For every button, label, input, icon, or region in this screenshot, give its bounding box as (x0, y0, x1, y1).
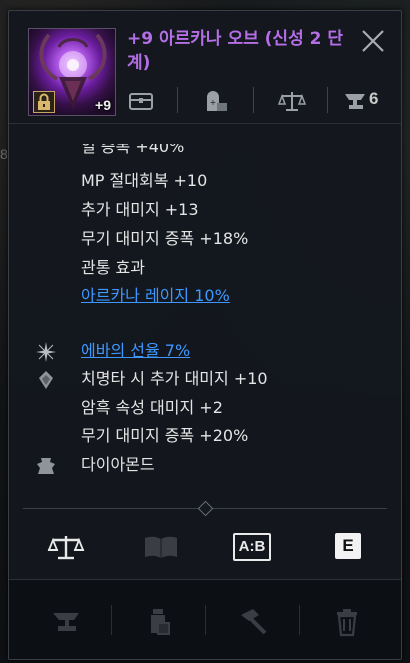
sparkle-icon (36, 342, 56, 362)
stat-line: 일 증폭 +40% (81, 144, 185, 156)
item-tooltip-panel: +9 +9 아르카나 오브 (신성 2 단계) + 6 일 증폭 +40% MP… (8, 10, 402, 660)
item-icon[interactable]: +9 (28, 28, 116, 116)
equip-icon[interactable]: E (335, 533, 361, 559)
lock-icon[interactable] (33, 91, 55, 113)
leather-icon (37, 458, 55, 474)
anvil-icon[interactable] (343, 89, 369, 113)
divider-ornament (197, 500, 214, 517)
action-divider (299, 605, 300, 635)
stat-line: MP 절대회복 +10 (81, 171, 208, 190)
bonus-stat-line: 암흑 속성 대미지 +2 (81, 398, 223, 417)
chest-icon[interactable] (127, 89, 155, 113)
anvil-icon[interactable] (51, 607, 83, 637)
action-divider (111, 605, 112, 635)
header-divider (327, 87, 328, 113)
bag-icon[interactable]: + (201, 89, 231, 113)
compare-icon[interactable]: A:B (233, 533, 271, 561)
enhance-level-badge: +9 (95, 97, 111, 113)
book-icon[interactable] (141, 533, 181, 561)
scale-icon[interactable] (277, 89, 307, 113)
skill-link[interactable]: 아르카나 레이지 10% (81, 286, 230, 306)
potion-icon[interactable] (143, 607, 173, 637)
svg-text:+: + (210, 98, 217, 107)
stat-line: 추가 대미지 +13 (81, 200, 199, 219)
header-separator (9, 123, 401, 124)
bonus-stat-line: 무기 대미지 증폭 +20% (81, 426, 249, 445)
item-name: +9 아르카나 오브 (신성 2 단계) (127, 29, 344, 73)
bonus-stat-line: 치명타 시 추가 대미지 +10 (81, 369, 268, 388)
stat-line: 관통 효과 (81, 258, 145, 277)
material-line: 다이아몬드 (81, 455, 155, 474)
trash-icon[interactable] (333, 607, 361, 637)
background-number: 8 (0, 146, 8, 162)
close-icon[interactable] (359, 27, 387, 55)
gem-icon (39, 371, 53, 389)
action-divider (205, 605, 206, 635)
header-divider (177, 87, 178, 113)
hammer-icon[interactable] (237, 607, 271, 637)
header-divider (253, 87, 254, 113)
stat-line: 무기 대미지 증폭 +18% (81, 229, 249, 248)
count-value: 6 (369, 89, 379, 108)
set-effect-link[interactable]: 에바의 선율 7% (81, 341, 190, 361)
scale-icon[interactable] (47, 533, 85, 561)
